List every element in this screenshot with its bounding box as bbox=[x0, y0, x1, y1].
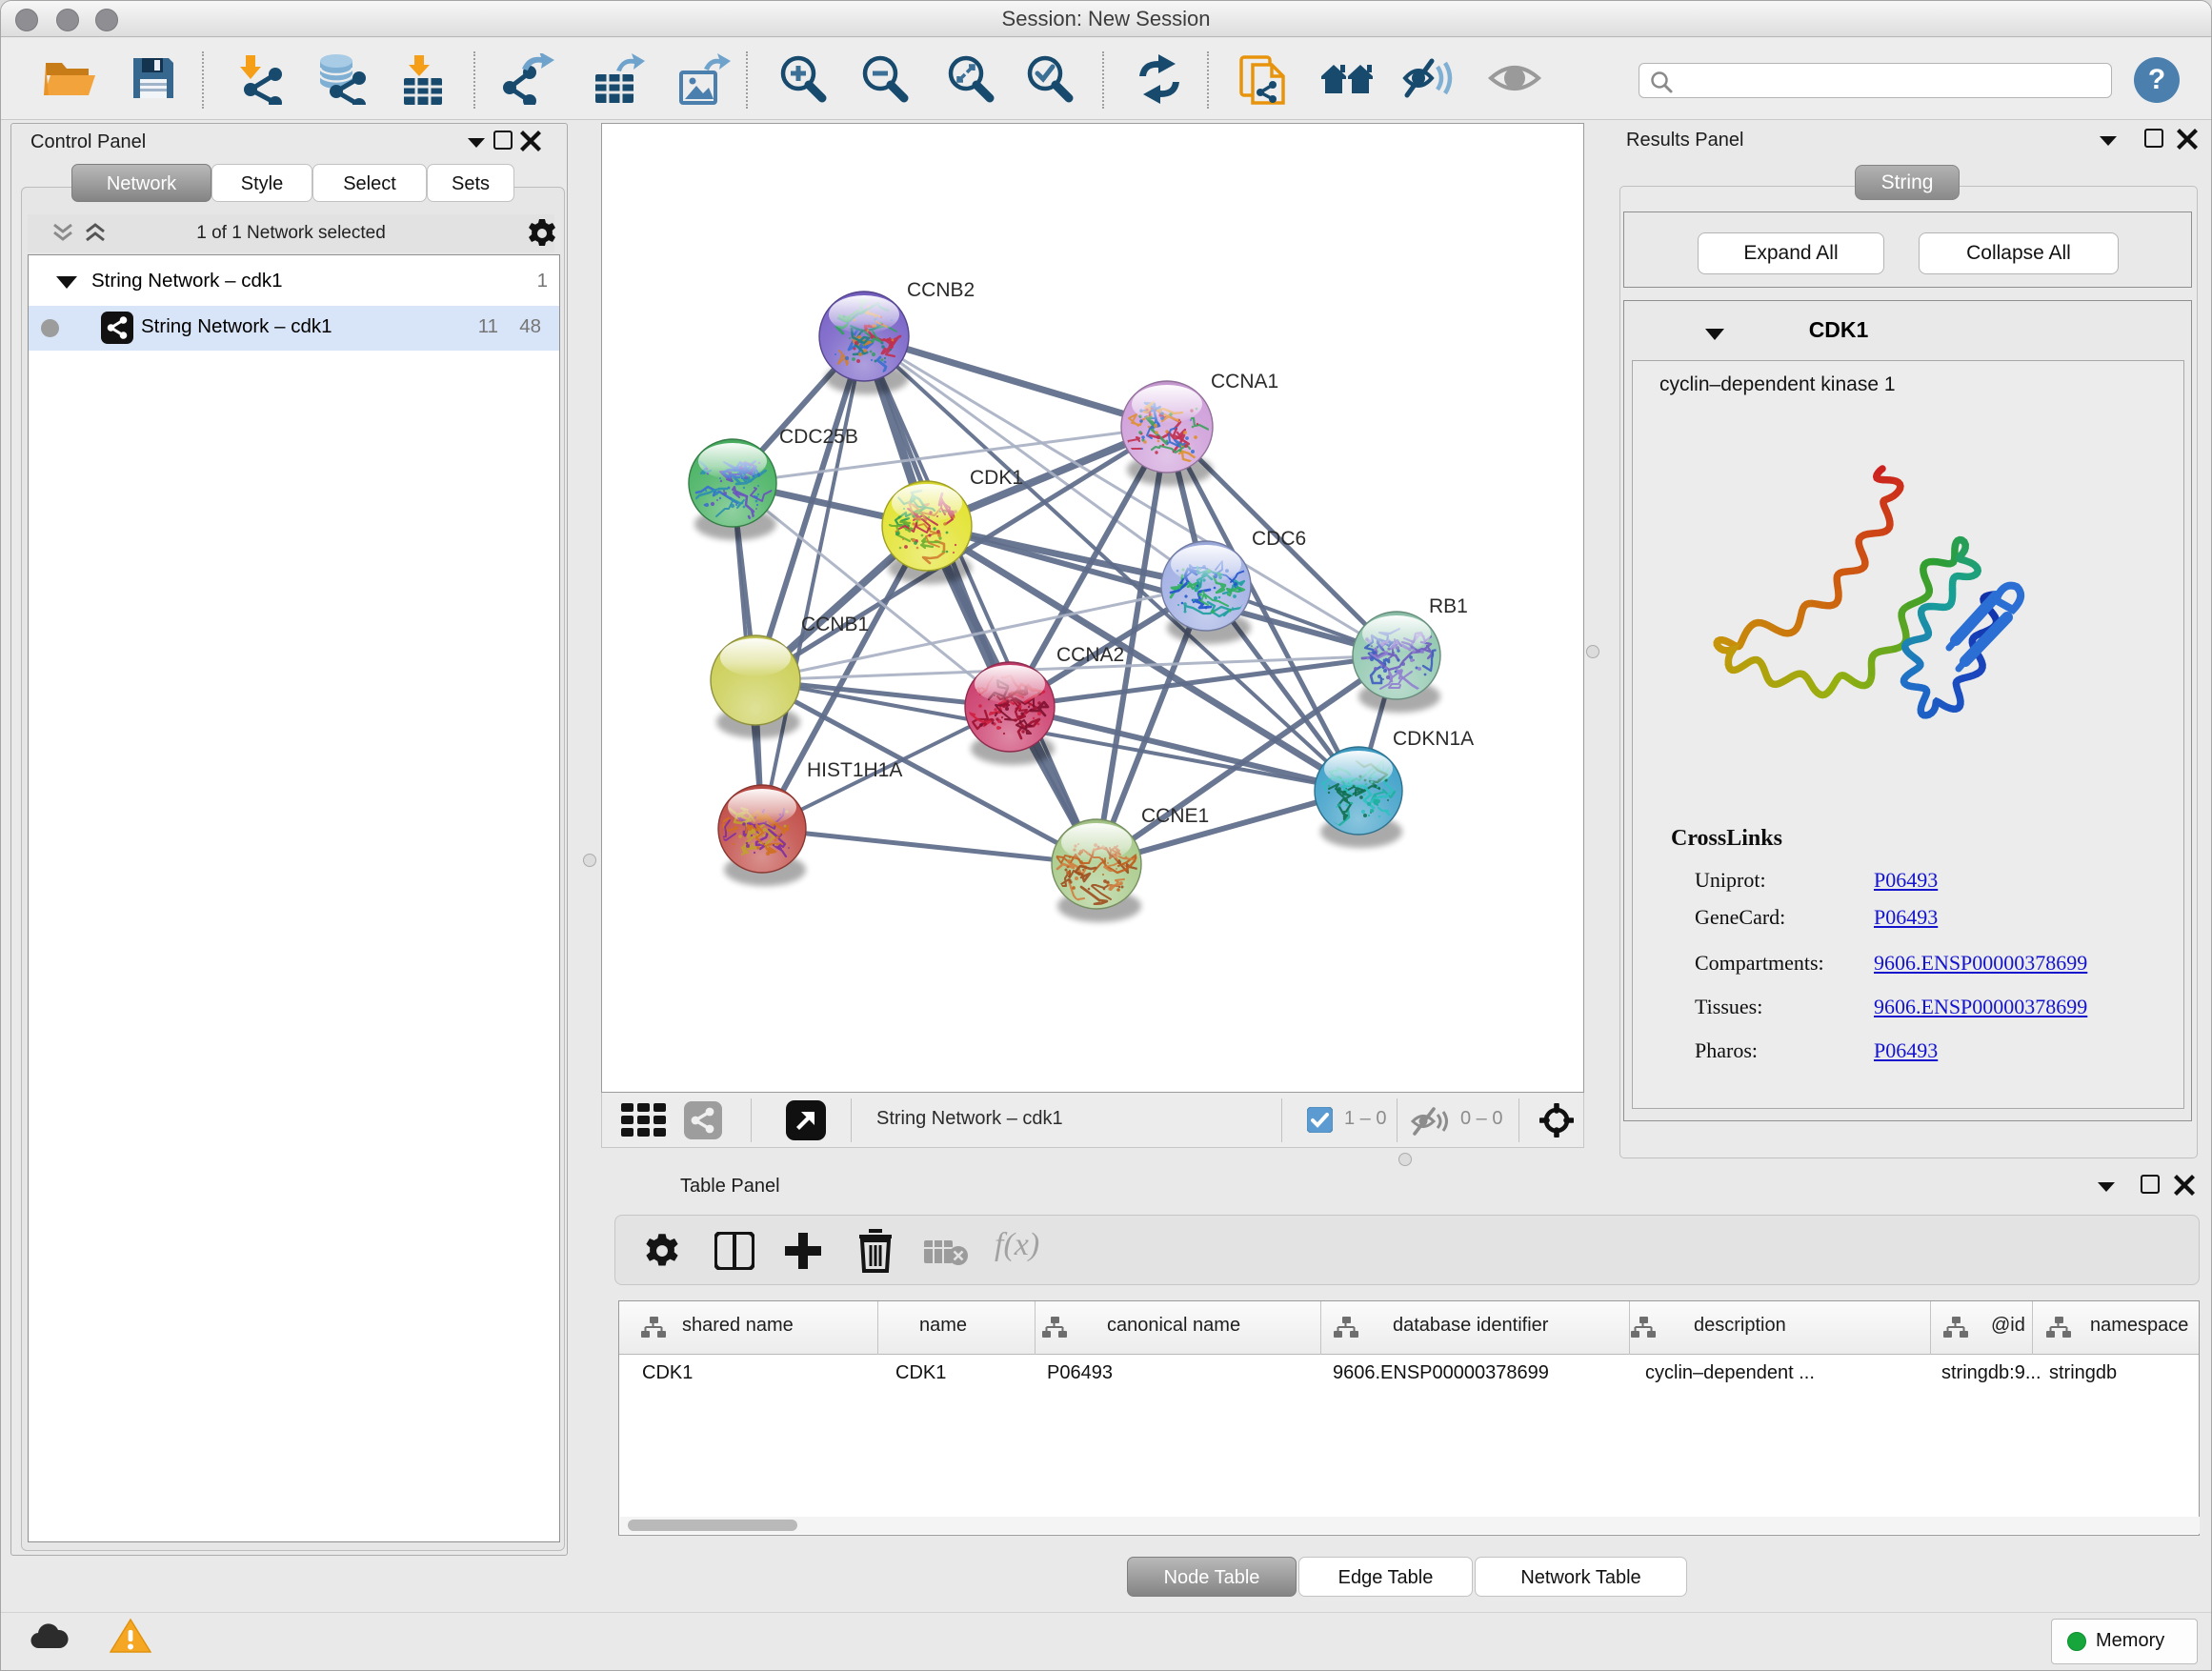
svg-text:CCNA1: CCNA1 bbox=[1211, 371, 1278, 393]
svg-text:CDC25B: CDC25B bbox=[779, 426, 858, 448]
svg-text:CDKN1A: CDKN1A bbox=[1393, 728, 1474, 750]
svg-text:CDK1: CDK1 bbox=[970, 467, 1023, 489]
svg-text:CCNE1: CCNE1 bbox=[1141, 805, 1209, 827]
svg-text:CDC6: CDC6 bbox=[1252, 528, 1306, 550]
svg-text:CCNB1: CCNB1 bbox=[801, 614, 869, 635]
svg-text:HIST1H1A: HIST1H1A bbox=[807, 759, 902, 781]
svg-text:CCNB2: CCNB2 bbox=[907, 279, 975, 301]
svg-text:RB1: RB1 bbox=[1429, 595, 1468, 617]
svg-text:CCNA2: CCNA2 bbox=[1056, 644, 1124, 666]
